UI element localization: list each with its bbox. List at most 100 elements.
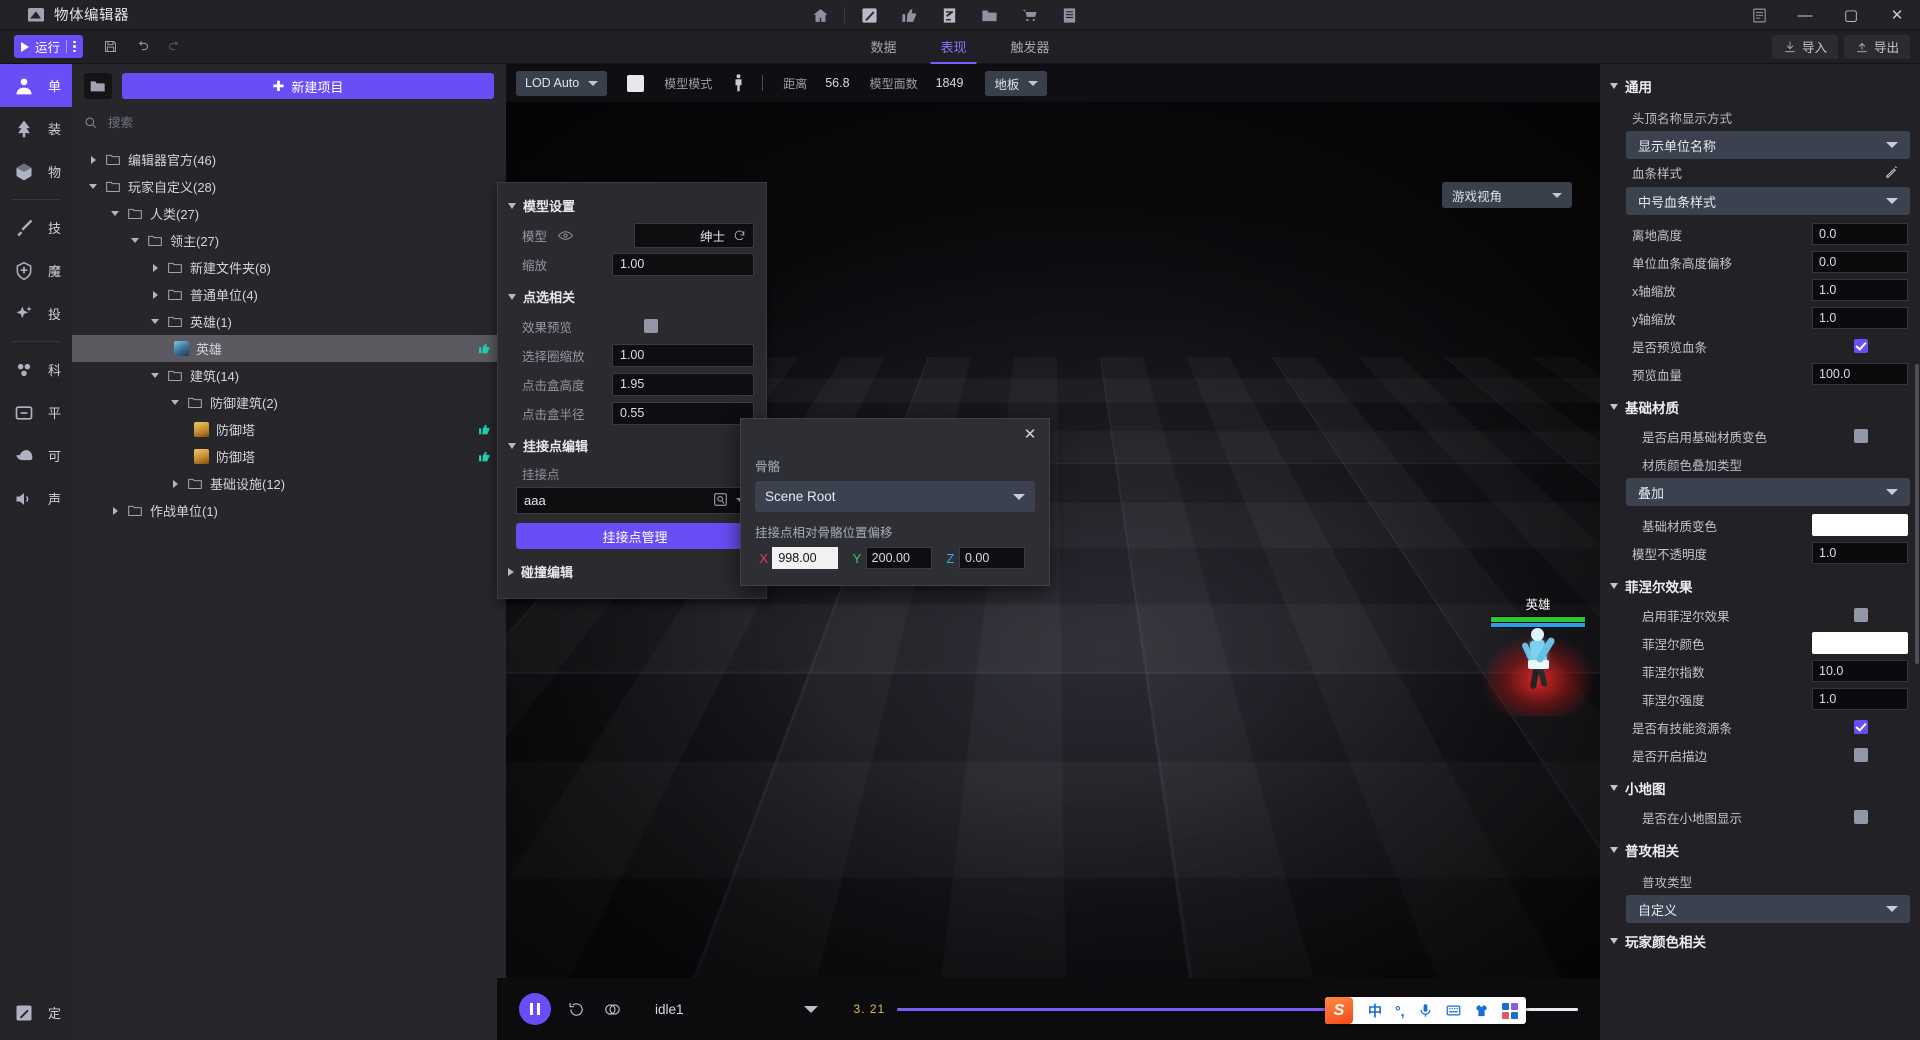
ground-height-input[interactable]: 0.0 xyxy=(1812,223,1908,245)
tree-node-new-folder[interactable]: 新建文件夹(8) xyxy=(72,254,506,281)
collision-edit-header[interactable]: 碰撞编辑 xyxy=(498,555,766,588)
inspector-scrollbar[interactable] xyxy=(1915,364,1919,664)
list-icon[interactable] xyxy=(1049,0,1089,30)
rail-item-tech[interactable]: 科 xyxy=(0,348,72,391)
section-minimap[interactable]: 小地图 xyxy=(1600,770,1920,804)
expand-caret[interactable] xyxy=(84,184,102,189)
tab-trigger[interactable]: 触发器 xyxy=(989,30,1072,64)
notes-panel-icon[interactable] xyxy=(1736,0,1782,30)
maximize-button[interactable]: ▢ xyxy=(1828,0,1874,30)
enable-material-tint-checkbox[interactable] xyxy=(1854,429,1868,443)
note-edit-icon[interactable] xyxy=(929,0,969,30)
expand-caret[interactable] xyxy=(126,238,144,243)
section-player-color[interactable]: 玩家颜色相关 xyxy=(1600,923,1920,957)
ime-voice-icon[interactable] xyxy=(1418,1003,1433,1018)
expand-caret[interactable] xyxy=(166,479,184,488)
y-scale-input[interactable]: 1.0 xyxy=(1812,307,1908,329)
preview-hp-input[interactable]: 100.0 xyxy=(1812,363,1908,385)
model-settings-header[interactable]: 模型设置 xyxy=(498,189,766,222)
tab-data[interactable]: 数据 xyxy=(848,30,918,64)
offset-y-input[interactable]: 200.00 xyxy=(865,547,932,569)
model-value-field[interactable]: 绅士 xyxy=(634,222,754,248)
thumb-icon[interactable] xyxy=(476,449,492,465)
tree-node-defense-buildings[interactable]: 防御建筑(2) xyxy=(72,389,506,416)
rail-item-projectile[interactable]: 投 xyxy=(0,292,72,335)
pause-button[interactable] xyxy=(519,993,551,1025)
enable-outline-checkbox[interactable] xyxy=(1854,748,1868,762)
close-button[interactable]: ✕ xyxy=(1874,0,1920,30)
home-icon[interactable] xyxy=(800,0,840,30)
expand-caret[interactable] xyxy=(166,400,184,405)
tree-node-lord[interactable]: 领主(27) xyxy=(72,227,506,254)
minimize-button[interactable]: — xyxy=(1782,0,1828,30)
material-blend-type-select[interactable]: 叠加 xyxy=(1626,478,1910,506)
rail-item-item[interactable]: 物 xyxy=(0,150,72,193)
section-fresnel[interactable]: 菲涅尔效果 xyxy=(1600,568,1920,602)
floor-select[interactable]: 地板 xyxy=(985,70,1048,96)
rail-item-magic[interactable]: 魔 xyxy=(0,249,72,292)
view-angle-select[interactable]: 游戏视角 xyxy=(1442,182,1572,208)
sogou-logo-icon[interactable]: S xyxy=(1325,997,1353,1024)
ime-keyboard-icon[interactable] xyxy=(1446,1003,1461,1018)
expand-caret[interactable] xyxy=(146,319,164,324)
folder-icon[interactable] xyxy=(969,0,1009,30)
rail-item-decoration[interactable]: 装 xyxy=(0,107,72,150)
magnifier-icon[interactable] xyxy=(714,492,727,509)
refresh-icon[interactable] xyxy=(731,227,747,243)
replay-icon[interactable] xyxy=(565,998,587,1020)
redo-icon[interactable] xyxy=(159,30,191,64)
loop-icon[interactable] xyxy=(601,998,623,1020)
healthbar-style-select[interactable]: 中号血条样式 xyxy=(1626,187,1910,215)
fresnel-intensity-input[interactable]: 1.0 xyxy=(1812,688,1908,710)
section-base-material[interactable]: 基础材质 xyxy=(1600,389,1920,423)
undo-icon[interactable] xyxy=(127,30,159,64)
expand-caret[interactable] xyxy=(146,290,164,299)
chevron-down-icon[interactable] xyxy=(803,1005,818,1013)
expand-caret[interactable] xyxy=(106,211,124,216)
basic-attack-type-select[interactable]: 自定义 xyxy=(1626,895,1910,923)
export-button[interactable]: 导出 xyxy=(1843,34,1910,59)
pencil-icon[interactable] xyxy=(1884,164,1900,180)
search-input[interactable] xyxy=(108,116,494,130)
ime-lang-toggle[interactable]: 中 xyxy=(1368,1001,1382,1021)
healthbar-offset-input[interactable]: 0.0 xyxy=(1812,251,1908,273)
attach-point-edit-header[interactable]: 挂接点编辑 xyxy=(498,429,766,462)
close-icon[interactable]: ✕ xyxy=(1021,425,1039,443)
tree-node-hero-unit[interactable]: 英雄 xyxy=(72,335,506,362)
effect-preview-checkbox[interactable] xyxy=(644,319,658,333)
fresnel-color-swatch[interactable] xyxy=(1812,632,1908,654)
tree-node-buildings[interactable]: 建筑(14) xyxy=(72,362,506,389)
enable-fresnel-checkbox[interactable] xyxy=(1854,608,1868,622)
bone-select[interactable]: Scene Root xyxy=(755,481,1035,512)
scale-input[interactable]: 1.00 xyxy=(612,252,754,276)
tab-appearance[interactable]: 表现 xyxy=(918,30,988,64)
expand-caret[interactable] xyxy=(146,263,164,272)
tree-node-editor-official[interactable]: 编辑器官方(46) xyxy=(72,146,506,173)
expand-caret[interactable] xyxy=(84,155,102,164)
ime-punct-toggle[interactable]: °, xyxy=(1395,1003,1405,1019)
click-box-height-input[interactable]: 1.95 xyxy=(612,372,754,396)
run-more-icon[interactable] xyxy=(73,40,76,53)
rail-item-unit[interactable]: 单 xyxy=(0,64,72,107)
tree-node-tower-1[interactable]: 防御塔 xyxy=(72,416,506,443)
expand-caret[interactable] xyxy=(106,506,124,515)
offset-x-input[interactable]: 998.00 xyxy=(772,547,839,569)
select-ring-scale-input[interactable]: 1.00 xyxy=(612,343,754,367)
eye-icon[interactable] xyxy=(557,227,573,243)
ime-skin-icon[interactable] xyxy=(1474,1003,1489,1018)
rail-item-skill[interactable]: 技 xyxy=(0,206,72,249)
save-icon[interactable] xyxy=(95,30,127,64)
rail-item-visual[interactable]: 可 xyxy=(0,434,72,477)
tree-node-tower-2[interactable]: 防御塔 xyxy=(72,443,506,470)
new-project-button[interactable]: ✚ 新建项目 xyxy=(122,73,494,99)
has-skill-resource-bar-checkbox[interactable] xyxy=(1854,720,1868,734)
rail-item-custom[interactable]: 定 xyxy=(0,991,72,1034)
preview-healthbar-checkbox[interactable] xyxy=(1854,339,1868,353)
brush-icon[interactable] xyxy=(849,0,889,30)
section-general[interactable]: 通用 xyxy=(1600,68,1920,102)
expand-caret[interactable] xyxy=(146,373,164,378)
tree-node-player-custom[interactable]: 玩家自定义(28) xyxy=(72,173,506,200)
tree-node-human[interactable]: 人类(27) xyxy=(72,200,506,227)
folder-open-icon[interactable] xyxy=(84,73,112,99)
cart-icon[interactable] xyxy=(1009,0,1049,30)
